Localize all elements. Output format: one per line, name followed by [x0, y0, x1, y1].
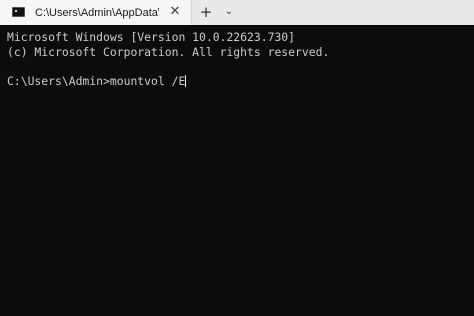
tab-command-prompt[interactable]: C:\Users\Admin\AppData\Roa ✕: [0, 0, 192, 25]
title-bar: C:\Users\Admin\AppData\Roa ✕ + ⌄: [0, 0, 474, 25]
terminal-window: C:\Users\Admin\AppData\Roa ✕ + ⌄ Microso…: [0, 0, 474, 316]
prompt: C:\Users\Admin>: [7, 74, 110, 88]
command-line[interactable]: C:\Users\Admin>mountvol /E: [7, 74, 187, 88]
close-tab-icon[interactable]: ✕: [168, 5, 182, 19]
command-input[interactable]: mountvol /E: [110, 74, 185, 88]
text-cursor: [185, 75, 187, 87]
chevron-down-icon[interactable]: ⌄: [222, 4, 236, 20]
tab-title: C:\Users\Admin\AppData\Roa: [35, 7, 159, 19]
terminal-icon: [12, 7, 25, 17]
console-line: Microsoft Windows [Version 10.0.22623.73…: [7, 30, 296, 44]
new-tab-button[interactable]: +: [198, 4, 214, 20]
console-output[interactable]: Microsoft Windows [Version 10.0.22623.73…: [0, 25, 474, 316]
console-line: (c) Microsoft Corporation. All rights re…: [7, 45, 330, 59]
